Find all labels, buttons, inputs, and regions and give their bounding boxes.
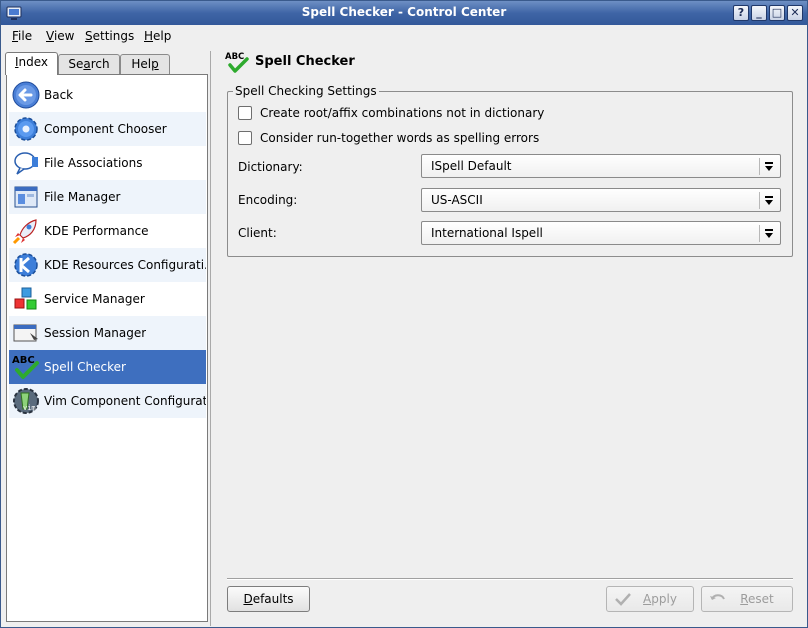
index-list: Back Component Chooser File Associations…	[9, 78, 206, 418]
dictionary-label: Dictionary:	[238, 160, 303, 174]
chevron-down-icon[interactable]	[759, 225, 777, 242]
file-manager-icon	[10, 181, 42, 213]
encoding-value: US-ASCII	[431, 193, 483, 207]
reset-label: eset	[748, 592, 774, 606]
sidebar-item-file-manager[interactable]: File Manager	[9, 180, 206, 214]
tab-search[interactable]: Search	[58, 54, 120, 75]
sidebar-item-service-manager[interactable]: Service Manager	[9, 282, 206, 316]
sidebar-item-label: Vim Component Configurat...	[44, 394, 206, 408]
root-affix-label: Create root/affix combinations not in di…	[260, 106, 545, 120]
vim-component-icon: vim	[10, 385, 42, 417]
menu-settings-mnemonic: S	[85, 29, 93, 43]
menu-view-label: iew	[53, 29, 75, 43]
sidebar-item-label: Session Manager	[44, 326, 147, 340]
sidebar-item-vim-component[interactable]: vim Vim Component Configurat...	[9, 384, 206, 418]
run-together-label: Consider run-together words as spelling …	[260, 131, 540, 145]
chevron-down-icon[interactable]	[759, 158, 777, 175]
tab-help[interactable]: Help	[120, 54, 170, 75]
checkmark-icon	[615, 593, 631, 606]
apply-button[interactable]: Apply	[606, 586, 694, 612]
menu-view-mnemonic: V	[46, 29, 54, 43]
tab-index-label: ndex	[18, 55, 49, 69]
module-title: Spell Checker	[255, 54, 355, 69]
spell-checker-icon: ABC	[225, 52, 249, 73]
sidebar-item-label: Service Manager	[44, 292, 145, 306]
menu-help-label: elp	[153, 29, 172, 43]
undo-icon	[710, 594, 725, 600]
chevron-down-icon[interactable]	[759, 192, 777, 209]
defaults-button[interactable]: Defaults	[227, 586, 310, 612]
reset-button[interactable]: Reset	[701, 586, 793, 612]
menu-help[interactable]: Help	[144, 29, 171, 43]
button-separator	[227, 578, 793, 580]
sidebar-item-session-manager[interactable]: Session Manager	[9, 316, 206, 350]
client-label: Client:	[238, 226, 277, 240]
sidebar-item-label: KDE Performance	[44, 224, 149, 238]
tab-search-mnemonic: a	[83, 57, 91, 71]
reset-mnemonic: R	[740, 592, 749, 606]
tab-help-mnemonic: p	[151, 57, 159, 71]
maximize-button[interactable]: □	[769, 5, 785, 21]
menu-settings-label: ettings	[92, 29, 135, 43]
encoding-label: Encoding:	[238, 193, 298, 207]
panel-splitter[interactable]	[210, 51, 214, 626]
apply-label: pply	[651, 592, 677, 606]
title-bar[interactable]: Spell Checker - Control Center ? _ □ ✕	[1, 1, 807, 25]
menu-file[interactable]: File	[12, 29, 32, 43]
gear-icon	[10, 113, 42, 145]
sidebar-item-kde-performance[interactable]: KDE Performance	[9, 214, 206, 248]
session-manager-icon	[10, 317, 42, 349]
menu-settings[interactable]: Settings	[85, 29, 134, 43]
window-title: Spell Checker - Control Center	[301, 5, 507, 19]
control-center-window: Spell Checker - Control Center ? _ □ ✕ F…	[0, 0, 808, 628]
spell-checker-icon: ABC	[10, 351, 42, 383]
svg-text:ABC: ABC	[225, 52, 244, 62]
group-title: Spell Checking Settings	[233, 84, 379, 98]
sidebar-item-kde-resources[interactable]: KDE Resources Configurati...	[9, 248, 206, 282]
sidebar-item-back[interactable]: Back	[9, 78, 206, 112]
menu-bar: File View Settings Help	[1, 25, 807, 47]
close-button[interactable]: ✕	[787, 5, 803, 21]
help-title-button[interactable]: ?	[733, 5, 749, 21]
dictionary-value: ISpell Default	[431, 159, 512, 173]
kde-resources-icon	[10, 249, 42, 281]
sidebar-item-label: Component Chooser	[44, 122, 167, 136]
run-together-checkbox[interactable]	[238, 131, 252, 145]
sidebar-item-file-associations[interactable]: File Associations	[9, 146, 206, 180]
menu-file-label: ile	[18, 29, 33, 43]
service-manager-icon	[10, 283, 42, 315]
sidebar-item-label: File Associations	[44, 156, 143, 170]
back-arrow-icon	[10, 79, 42, 111]
file-associations-icon	[10, 147, 42, 179]
sidebar-item-spell-checker[interactable]: ABC Spell Checker	[9, 350, 206, 384]
tab-search-label: rch	[90, 57, 110, 71]
tab-search-label-pre: Se	[68, 57, 84, 71]
sidebar-item-label: Spell Checker	[44, 360, 126, 374]
client-select[interactable]: International Ispell	[421, 221, 781, 245]
sidebar-item-label: File Manager	[44, 190, 121, 204]
root-affix-checkbox[interactable]	[238, 106, 252, 120]
dictionary-select[interactable]: ISpell Default	[421, 154, 781, 178]
client-value: International Ispell	[431, 226, 543, 240]
encoding-select[interactable]: US-ASCII	[421, 188, 781, 212]
menu-help-mnemonic: H	[144, 29, 154, 43]
sidebar-item-label: Back	[44, 88, 74, 102]
rocket-icon	[10, 215, 42, 247]
menu-view[interactable]: View	[46, 29, 74, 43]
sidebar-item-label: KDE Resources Configurati...	[44, 258, 206, 272]
run-together-checkbox-row[interactable]: Consider run-together words as spelling …	[238, 131, 539, 145]
index-panel: Back Component Chooser File Associations…	[6, 74, 208, 622]
tab-help-label-pre: Hel	[131, 57, 152, 71]
svg-text:vim: vim	[23, 404, 36, 412]
minimize-button[interactable]: _	[751, 5, 767, 21]
sidebar-item-component-chooser[interactable]: Component Chooser	[9, 112, 206, 146]
svg-text:ABC: ABC	[12, 355, 35, 366]
defaults-mnemonic: D	[243, 592, 253, 606]
root-affix-checkbox-row[interactable]: Create root/affix combinations not in di…	[238, 106, 544, 120]
tab-index[interactable]: Index	[5, 52, 58, 75]
defaults-label: efaults	[252, 592, 294, 606]
